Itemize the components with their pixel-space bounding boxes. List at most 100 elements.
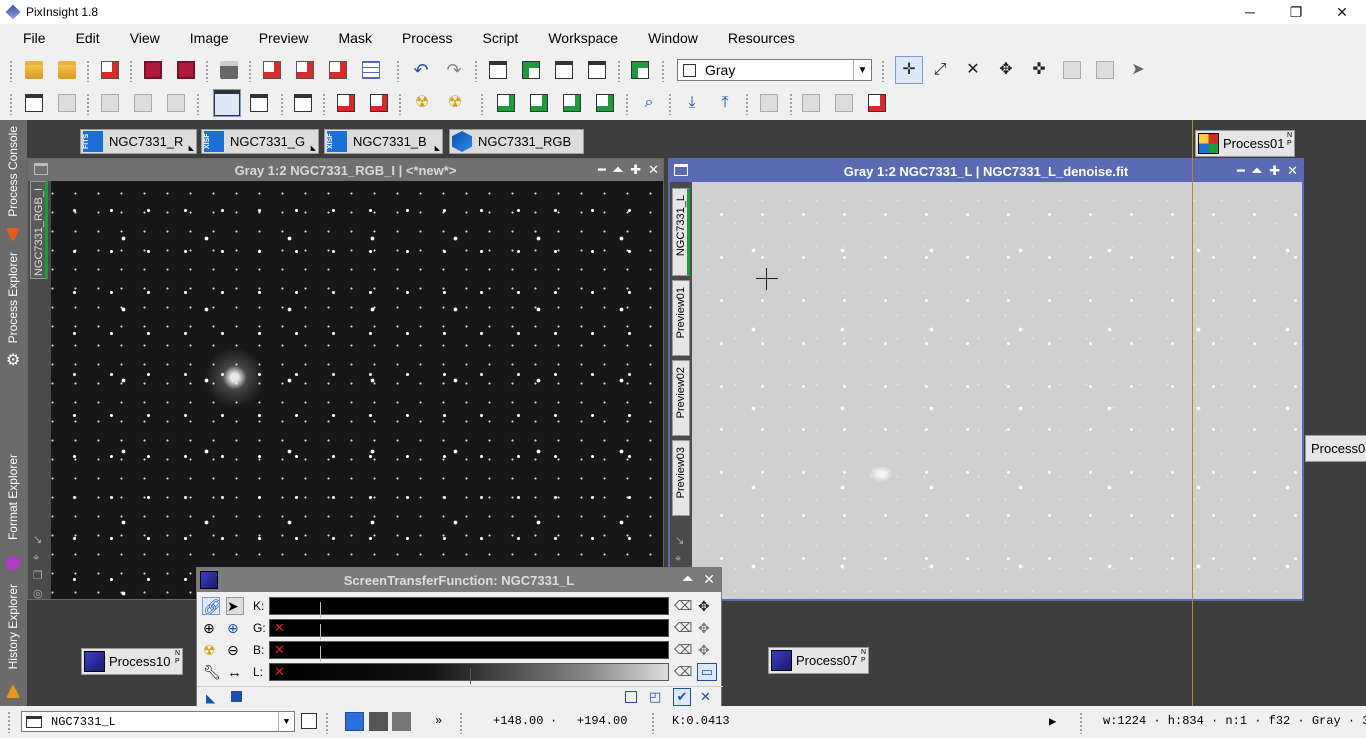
close-image-icon[interactable] — [263, 61, 281, 79]
horizontal-arrows-icon[interactable]: ↔ — [227, 664, 243, 681]
maximize-icon[interactable]: ✚ — [1269, 163, 1280, 179]
display-alpha-icon[interactable] — [58, 94, 76, 112]
minimize-icon[interactable]: ━ — [598, 162, 606, 178]
menu-window[interactable]: Window — [633, 24, 713, 52]
toolbar-grip[interactable] — [459, 712, 463, 734]
shade-icon[interactable]: ⏶ — [1252, 163, 1262, 179]
toolbar-grip[interactable] — [129, 60, 133, 82]
minimize-icon[interactable]: ━ — [1237, 163, 1245, 179]
toolbar-grip[interactable] — [745, 93, 749, 115]
midtones-marker[interactable] — [470, 668, 471, 684]
shade-icon[interactable]: ⏶ — [683, 571, 693, 587]
toolbar-grip[interactable] — [396, 60, 400, 82]
shade-icon[interactable]: ⏶ — [613, 162, 623, 178]
toolbar-grip[interactable] — [668, 93, 672, 115]
view-tab-preview02[interactable]: Preview02 — [672, 360, 690, 436]
toolbar-grip[interactable] — [661, 60, 665, 82]
view-select[interactable]: NGC7331_L ▼ — [21, 711, 295, 732]
auto-stretch-linked-icon[interactable]: ☢ — [446, 94, 464, 112]
project-icon[interactable] — [362, 61, 380, 79]
track-view-icon[interactable]: ✥ — [698, 620, 714, 636]
midtones-marker[interactable] — [320, 646, 321, 662]
abort-icon[interactable] — [868, 94, 886, 112]
toolbar-grip[interactable] — [205, 60, 209, 82]
image-tab-ngc7331-rgb[interactable]: NGC7331_RGB — [449, 129, 584, 154]
mask-mode-icon[interactable] — [392, 712, 411, 731]
new-image-icon[interactable] — [522, 61, 540, 79]
auto-stretch-icon[interactable]: ☢ — [413, 94, 431, 112]
refresh-icon[interactable] — [835, 94, 853, 112]
close-all-icon[interactable] — [296, 61, 314, 79]
toolbar-grip[interactable] — [881, 60, 885, 82]
stf-title-bar[interactable]: ScreenTransferFunction: NGC7331_L ⏶ ✕ — [197, 568, 721, 592]
arrow-icon[interactable]: ↘ — [33, 531, 43, 549]
view-tab-preview03[interactable]: Preview03 — [672, 440, 690, 516]
image-canvas-rgb-i[interactable] — [51, 181, 663, 599]
close-button[interactable]: ✕ — [1319, 0, 1365, 24]
toolbar-grip[interactable] — [86, 60, 90, 82]
close-icon[interactable]: ✕ — [703, 571, 715, 588]
toolbar-grip[interactable] — [248, 60, 252, 82]
toolbar-grip[interactable] — [325, 712, 329, 734]
target-icon[interactable]: ◎ — [33, 585, 43, 603]
link-channels-icon[interactable]: 🔗︎ — [202, 597, 222, 616]
toolbar-grip[interactable] — [480, 93, 484, 115]
menu-image[interactable]: Image — [175, 24, 244, 52]
toolbar-grip[interactable] — [651, 712, 655, 734]
wrench-icon[interactable]: 🔧︎ — [203, 664, 221, 680]
open-folder-icon[interactable] — [58, 61, 76, 79]
image-tab-ngc7331-r[interactable]: FITS NGC7331_R ◣ — [80, 129, 197, 154]
close-others-icon[interactable] — [329, 61, 347, 79]
display-stf-icon[interactable]: ▭ — [697, 663, 717, 681]
new-preview-icon[interactable] — [631, 61, 649, 79]
arrow-icon[interactable]: ↘ — [675, 532, 684, 550]
reset-icon[interactable] — [760, 94, 778, 112]
redo-icon[interactable]: ↷ — [445, 61, 463, 79]
clear-mask-icon[interactable] — [337, 94, 355, 112]
settings-icon[interactable] — [802, 94, 820, 112]
view-tab-ngc7331-l[interactable]: NGC7331_L — [672, 188, 690, 276]
reset-all-icon[interactable]: ✕ — [700, 689, 711, 705]
minimize-button[interactable]: ─ — [1227, 0, 1273, 24]
color-mode-select[interactable]: Gray ▼ — [677, 59, 872, 81]
stf-track-l[interactable]: ✕ — [269, 663, 669, 684]
toolbar-grip[interactable] — [86, 93, 90, 115]
process-icon-process08[interactable]: Process08 — [1305, 435, 1366, 462]
image-window-rgb-i[interactable]: Gray 1:2 NGC7331_RGB_I | <*new*> ━ ⏶ ✚ ✕… — [27, 158, 664, 600]
chevron-down-icon[interactable]: ▼ — [278, 712, 294, 731]
dynamic-operation-icon[interactable]: ➤ — [1129, 61, 1147, 79]
window-title-bar[interactable]: Gray 1:2 NGC7331_RGB_I | <*new*> ━ ⏶ ✚ ✕ — [28, 159, 663, 181]
preview-mode-icon[interactable] — [1063, 61, 1081, 79]
stf-track-g[interactable]: ✕ — [269, 619, 669, 640]
reset-channel-icon[interactable]: ⌫ — [674, 620, 692, 636]
menu-process[interactable]: Process — [387, 24, 468, 52]
zoom-out-icon[interactable]: ⊖ — [227, 642, 243, 658]
dock-tab-history-explorer[interactable]: History Explorer — [0, 582, 27, 702]
toolbar-grip[interactable] — [9, 93, 13, 115]
view-tab-preview01[interactable]: Preview01 — [672, 280, 690, 356]
close-icon[interactable]: ✕ — [648, 162, 659, 178]
view-mode-icon[interactable] — [301, 713, 317, 729]
more-icon[interactable]: » — [435, 714, 442, 728]
toolbar-grip[interactable] — [474, 60, 478, 82]
process-icon-process01[interactable]: Process01 NP — [1195, 130, 1295, 157]
zoom-out-mode-icon[interactable]: ✥ — [997, 61, 1015, 79]
bitmap-icon[interactable] — [294, 94, 312, 112]
apply-process-icon[interactable] — [596, 94, 614, 112]
undo-icon[interactable]: ↶ — [412, 61, 430, 79]
execute-process-icon[interactable] — [563, 94, 581, 112]
copy-icon[interactable]: ❐ — [33, 567, 43, 585]
export-icon[interactable]: ⤒ — [716, 94, 734, 112]
image-canvas-ngc7331-l[interactable] — [692, 182, 1302, 599]
stf-track-b[interactable]: ✕ — [269, 641, 669, 662]
new-instance-icon[interactable]: ◣ — [206, 691, 215, 705]
pan-mode-icon[interactable]: ✜ — [1030, 61, 1048, 79]
close-icon[interactable]: ✕ — [1287, 163, 1298, 179]
reset-channel-icon[interactable]: ⌫ — [674, 598, 692, 614]
chevron-down-icon[interactable]: ▼ — [853, 60, 871, 80]
edit-process-icon[interactable] — [530, 94, 548, 112]
open-url-icon[interactable] — [101, 61, 119, 79]
toolbar-grip[interactable] — [280, 93, 284, 115]
toolbar-grip[interactable] — [398, 93, 402, 115]
preferences-icon[interactable] — [625, 691, 637, 703]
